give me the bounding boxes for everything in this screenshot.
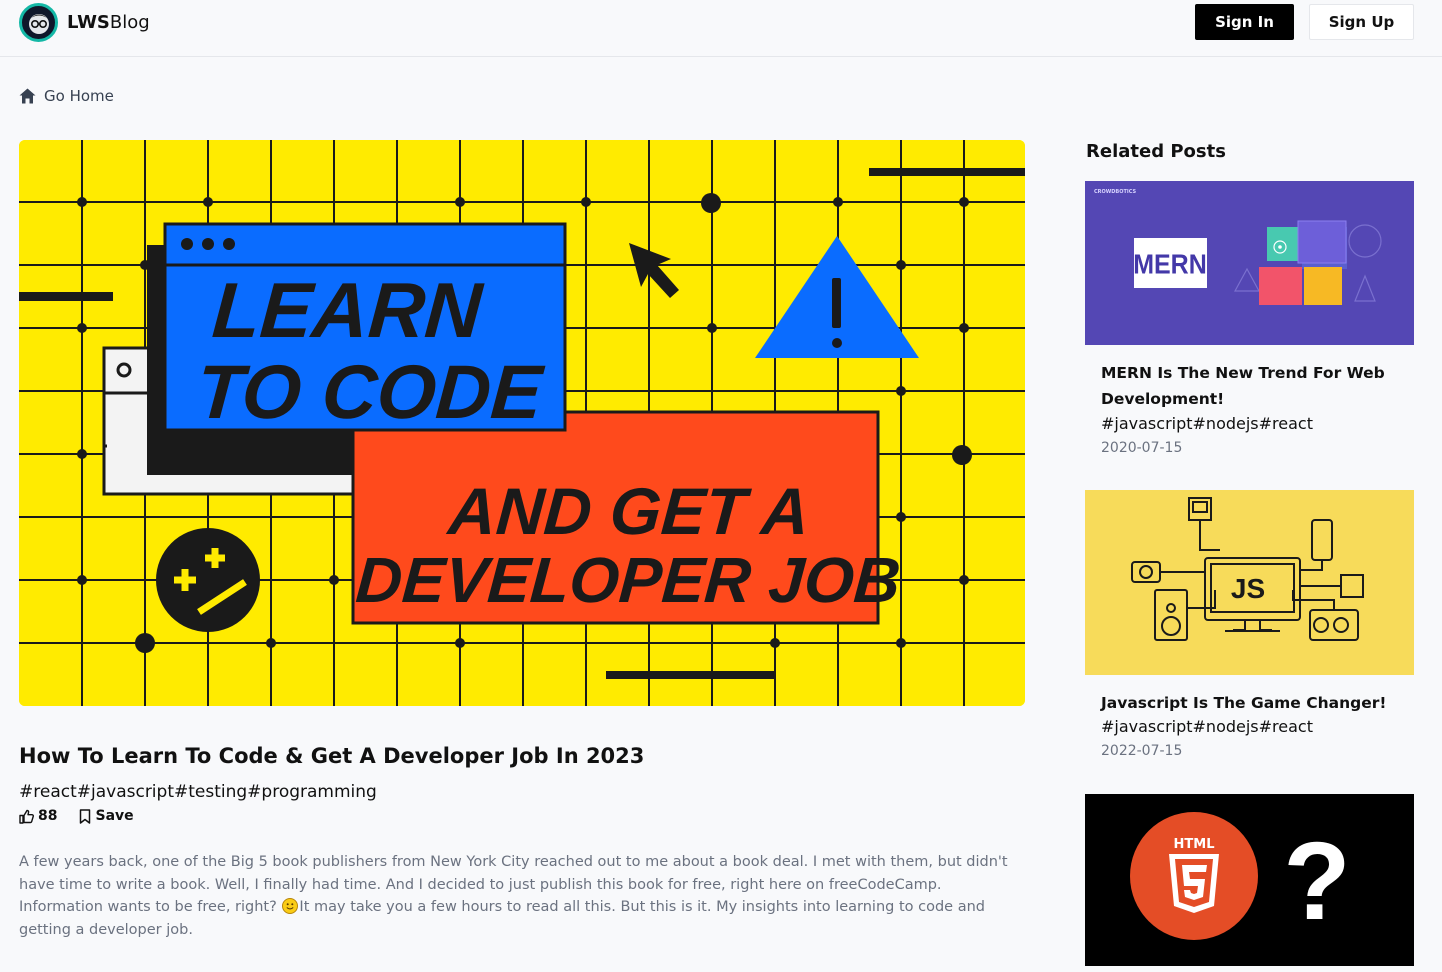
like-count: 88 (38, 808, 58, 824)
go-home-label: Go Home (44, 87, 114, 105)
crowdbotics-caption: CROWDBOTICS (1094, 189, 1137, 195)
navbar: LWSBlog Sign In Sign Up (0, 0, 1442, 57)
related-post-tags: #javascript#nodejs#react (1101, 717, 1313, 736)
related-post-image[interactable]: CROWDBOTICS MERN (1085, 181, 1414, 345)
related-post-date: 2020-07-15 (1101, 440, 1183, 456)
js-logo-text: JS (1231, 573, 1265, 604)
logo-icon (19, 3, 58, 42)
post-title: How To Learn To Code & Get A Developer J… (19, 744, 645, 768)
thumbs-up-icon (19, 809, 34, 824)
related-post-image[interactable]: JS (1085, 490, 1414, 675)
related-post-date: 2022-07-15 (1101, 743, 1183, 759)
post-description: A few years back, one of the Big 5 book … (19, 854, 1008, 939)
go-home-link[interactable]: Go Home (19, 87, 114, 105)
hero-line4: DEVELOPER JOB (354, 544, 903, 616)
bookmark-icon (80, 808, 91, 824)
sign-up-button[interactable]: Sign Up (1309, 4, 1414, 40)
save-button[interactable]: Save (79, 808, 134, 824)
hero-line3: AND GET A (444, 475, 812, 549)
brand-name: LWSBlog (67, 12, 150, 33)
mern-logo-text: MERN (1133, 248, 1207, 279)
html-logo-text: HTML (1174, 837, 1215, 852)
post-tags: #react#javascript#testing#programming (19, 782, 377, 802)
related-post-title[interactable]: Javascript Is The Game Changer! (1101, 690, 1401, 716)
post-hero-image: LEARN TO CODE AND GET A DEVELOPER JOB (19, 140, 1025, 706)
post-stats: 88 Save (19, 808, 134, 824)
related-post-image[interactable]: HTML ? (1085, 794, 1414, 966)
related-post-title[interactable]: MERN Is The New Trend For Web Developmen… (1101, 360, 1401, 412)
related-posts-heading: Related Posts (1086, 141, 1226, 162)
brand-logo[interactable]: LWSBlog (19, 3, 150, 42)
question-mark-icon: ? (1283, 820, 1350, 943)
related-post-tags: #javascript#nodejs#react (1101, 414, 1313, 433)
hero-line2: TO CODE (194, 350, 547, 435)
home-icon (19, 88, 36, 104)
smile-emoji-icon (282, 898, 299, 915)
sign-in-button[interactable]: Sign In (1195, 4, 1294, 40)
like-button[interactable]: 88 (19, 808, 57, 824)
save-label: Save (95, 808, 134, 824)
hero-line1: LEARN (210, 266, 486, 354)
